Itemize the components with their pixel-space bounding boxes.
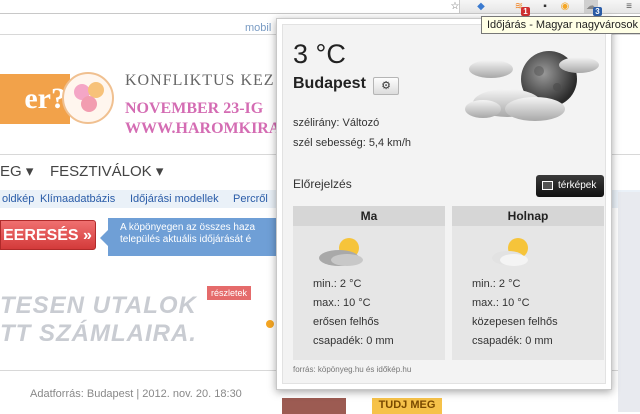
orange-dot [266, 320, 274, 328]
info-box: A köpönyegen az összes haza település ak… [100, 218, 278, 256]
logo-circle [81, 96, 97, 112]
subnav-item[interactable]: Klímaadatbázis [40, 190, 115, 208]
picture-icon [542, 181, 553, 190]
banner-title[interactable]: KONFLIKTUS KEZ [125, 72, 275, 90]
menu-icon[interactable]: ≡ [622, 0, 636, 13]
partly-cloudy-icon [319, 238, 363, 266]
day-name: Holnap [452, 206, 604, 226]
data-source: forrás: köpönyeg.hu és időkép.hu [293, 365, 412, 374]
day-name: Ma [293, 206, 445, 226]
rss-extension-icon[interactable]: ≋ 1 [512, 0, 530, 16]
address-bar[interactable] [0, 0, 460, 13]
forecast-day-today: Ma min.: 2 °C max.: 10 °C erősen felhős … [293, 206, 445, 360]
city-name: Budapest [293, 75, 366, 92]
weather-extension-icon[interactable]: ☁ 3 [584, 0, 602, 16]
forecast-heading: Előrejelzés [293, 177, 352, 191]
min-temp: min.: 2 °C [313, 278, 362, 290]
forecast-day-tomorrow: Holnap min.: 2 °C max.: 10 °C közepesen … [452, 206, 604, 360]
browser-toolbar: ☆ ◆ ≋ 1 ▪ ◉ ☁ 3 ≡ [0, 0, 640, 16]
partly-cloudy-icon [492, 238, 528, 266]
data-source-text: Adatforrás: Budapest | 2012. nov. 20. 18… [30, 388, 242, 400]
weather-popup: 3 °C Budapest ⚙ szélirány: Változó szél … [276, 18, 612, 390]
promo-text: TESEN UTALOK [0, 292, 197, 319]
orange-circle-extension-icon[interactable]: ◉ [558, 0, 572, 13]
nav-item[interactable]: EG ▾ [0, 162, 33, 180]
cloudy-night-moon-icon [465, 51, 599, 121]
max-temp: max.: 10 °C [313, 297, 371, 309]
min-temp: min.: 2 °C [472, 278, 521, 290]
nav-item-fesztivalok[interactable]: FESZTIVÁLOK ▾ [50, 162, 163, 180]
banner-date[interactable]: NOVEMBER 23-IG [125, 100, 263, 118]
learn-more-button[interactable]: TUDJ MEG [372, 398, 442, 414]
details-link[interactable]: részletek [207, 286, 252, 300]
settings-button[interactable]: ⚙ [373, 77, 399, 95]
maps-button[interactable]: térképek [536, 175, 604, 197]
gear-icon: ⚙ [381, 80, 391, 92]
max-temp: max.: 10 °C [472, 297, 530, 309]
precipitation: csapadék: 0 mm [472, 335, 553, 347]
wind-direction: szélirány: Változó [293, 117, 380, 129]
subnav-item[interactable]: Percről [233, 190, 268, 208]
bookmark-star-icon[interactable]: ☆ [448, 0, 462, 13]
promo-text: TT SZÁMLAIRA. [0, 320, 197, 347]
event-logo[interactable] [62, 72, 114, 124]
extension-tooltip: Időjárás - Magyar nagyvárosok [481, 16, 640, 34]
sidebar-ad [618, 192, 640, 412]
weather-panel: 3 °C Budapest ⚙ szélirány: Változó szél … [282, 24, 606, 384]
mobile-link[interactable]: mobil [245, 22, 271, 34]
subnav-item[interactable]: oldkép [2, 190, 34, 208]
wind-speed: szél sebesség: 5,4 km/h [293, 137, 412, 149]
extension-icon[interactable]: ◆ [474, 0, 488, 13]
precipitation: csapadék: 0 mm [313, 335, 394, 347]
condition: közepesen felhős [472, 316, 558, 328]
current-temperature: 3 °C [293, 39, 346, 69]
banner-url[interactable]: WWW.HAROMKIRA [125, 120, 280, 138]
article-image[interactable] [282, 398, 346, 414]
condition: erősen felhős [313, 316, 380, 328]
puzzle-extension-icon[interactable]: ▪ [538, 0, 552, 13]
banner-question[interactable]: er? [0, 74, 70, 124]
maps-button-label: térképek [558, 180, 597, 191]
search-button[interactable]: EERESÉS » [0, 220, 96, 250]
subnav-item[interactable]: Időjárási modellek [130, 190, 219, 208]
